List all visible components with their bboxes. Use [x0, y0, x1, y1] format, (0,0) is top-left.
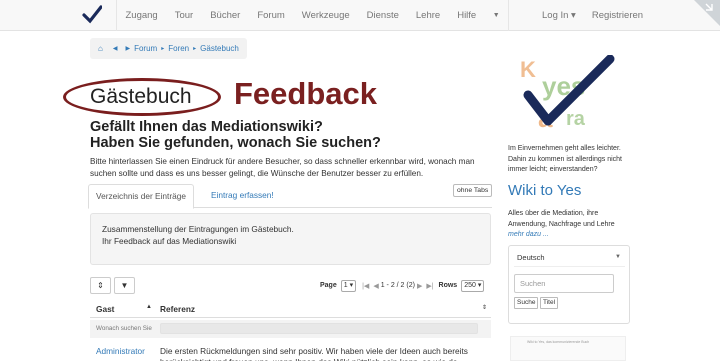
filter-gast-input[interactable]: Wonach suchen Sie [96, 325, 152, 332]
sort-asc-icon[interactable]: ▲ [146, 304, 152, 310]
filter-referenz-input[interactable] [160, 323, 478, 334]
register-link[interactable]: Registrieren [584, 0, 651, 31]
breadcrumb-foren[interactable]: Foren [168, 44, 189, 53]
forward-arrow-icon[interactable]: ▶ [125, 45, 130, 52]
tab-bar: Verzeichnis der Einträge Eintrag erfasse… [88, 184, 492, 209]
page-label: Page [320, 282, 337, 289]
feedback-annotation: Feedback [234, 76, 378, 111]
top-navbar: Zugang Tour Bücher Forum Werkzeuge Diens… [0, 0, 720, 31]
sort-icon[interactable]: ⇕ [90, 277, 111, 294]
prev-page-icon[interactable]: ◀ [373, 282, 378, 290]
home-icon[interactable]: ⌂ [98, 44, 103, 53]
title-search-button[interactable]: Titel [540, 297, 559, 309]
user-menu: Log In ▾ Registrieren [534, 0, 651, 31]
page-range: 1 - 2 / 2 (2) [380, 282, 415, 289]
tab-verzeichnis[interactable]: Verzeichnis der Einträge [88, 184, 194, 209]
checkmark-logo-icon[interactable] [82, 5, 102, 25]
sort-both-icon[interactable]: ⇕ [482, 304, 487, 311]
nav-item-lehre[interactable]: Lehre [407, 0, 448, 31]
rows-select-value: 250 [464, 281, 476, 289]
page-corner-icon[interactable] [694, 0, 720, 26]
nav-divider [507, 0, 509, 31]
klar-yes-logo: K yes a ra [520, 55, 615, 133]
page-subtitle: Gefällt Ihnen das Mediationswiki? Haben … [90, 119, 470, 151]
description-line-1: Zusammenstellung der Eintragungen im Gäs… [102, 224, 294, 234]
main-menu: Zugang Tour Bücher Forum Werkzeuge Diens… [116, 0, 509, 31]
no-tabs-button[interactable]: ohne Tabs [453, 184, 493, 197]
sidebar-description: Alles über die Mediation, ihre Anwendung… [508, 209, 633, 241]
page-select[interactable]: 1 ▾ [340, 279, 357, 292]
svg-text:ra: ra [566, 108, 586, 130]
header-divider [90, 317, 491, 318]
table-row-text: Die ersten Rückmeldungen sind sehr posit… [160, 346, 468, 361]
language-select[interactable]: Deutsch ▼ [514, 248, 625, 267]
table-row-author[interactable]: Administrator [96, 346, 145, 356]
breadcrumb-separator-icon: ▸ [193, 46, 197, 52]
intro-text: Bitte hinterlassen Sie einen Eindruck fü… [90, 157, 475, 178]
nav-item-tour[interactable]: Tour [166, 0, 201, 31]
page-title: Gästebuch [90, 85, 192, 108]
subtitle-line-1: Gefällt Ihnen das Mediationswiki? [90, 119, 323, 135]
breadcrumb-separator-icon: ▸ [161, 46, 165, 52]
column-header-gast[interactable]: Gast [96, 304, 114, 314]
sidebar-description-text: Alles über die Mediation, ihre Anwendung… [508, 210, 615, 228]
breadcrumb: ⌂ ◀ ▶ Forum ▸ Foren ▸ Gästebuch [90, 38, 247, 59]
language-select-value: Deutsch [517, 253, 545, 262]
pager: Page 1 ▾ |◀ ◀ 1 - 2 / 2 (2) ▶ ▶| Rows 25… [320, 279, 488, 292]
last-page-icon[interactable]: ▶| [426, 282, 433, 290]
more-link[interactable]: mehr dazu ... [508, 231, 549, 238]
nav-item-hilfe[interactable]: Hilfe [449, 0, 485, 31]
rows-select[interactable]: 250 ▾ [461, 279, 485, 292]
description-line-2: Ihr Feedback auf das Mediationswiki [102, 236, 237, 246]
nav-item-dienste[interactable]: Dienste [358, 0, 407, 31]
nav-item-zugang[interactable]: Zugang [117, 0, 166, 31]
svg-text:K: K [520, 57, 536, 82]
column-header-referenz[interactable]: Referenz [160, 304, 195, 314]
next-page-icon[interactable]: ▶ [417, 282, 422, 290]
nav-item-werkzeuge[interactable]: Werkzeuge [293, 0, 358, 31]
breadcrumb-forum[interactable]: Forum [134, 44, 157, 53]
first-page-icon[interactable]: |◀ [362, 282, 369, 290]
back-arrow-icon[interactable]: ◀ [113, 45, 118, 52]
rows-label: Rows [438, 282, 458, 289]
search-input[interactable]: Suchen [514, 274, 614, 293]
caret-down-icon[interactable]: ▼ [485, 0, 508, 31]
sidebar-intro: Im Einvernehmen geht alles leichter. Dah… [508, 145, 622, 173]
sidebar-heading[interactable]: Wiki to Yes [508, 182, 581, 199]
search-panel: Deutsch ▼ Suchen Suche Titel [508, 245, 630, 324]
tab-eintrag-erfassen[interactable]: Eintrag erfassen! [204, 184, 281, 208]
search-button[interactable]: Suche [514, 297, 539, 309]
login-menu[interactable]: Log In ▾ [534, 0, 584, 31]
nav-item-forum[interactable]: Forum [249, 0, 293, 31]
nav-item-buecher[interactable]: Bücher [202, 0, 249, 31]
description-box: Zusammenstellung der Eintragungen im Gäs… [90, 213, 491, 265]
subtitle-line-2: Haben Sie gefunden, wonach Sie suchen? [90, 135, 381, 151]
breadcrumb-gaestebuch[interactable]: Gästebuch [200, 44, 239, 53]
chevron-down-icon: ▼ [615, 254, 621, 260]
book-caption: Wiki to Yes, das kommunizierende Buch [527, 340, 590, 344]
filter-icon[interactable]: ▼ [114, 277, 135, 294]
page-select-value: 1 [343, 281, 348, 289]
